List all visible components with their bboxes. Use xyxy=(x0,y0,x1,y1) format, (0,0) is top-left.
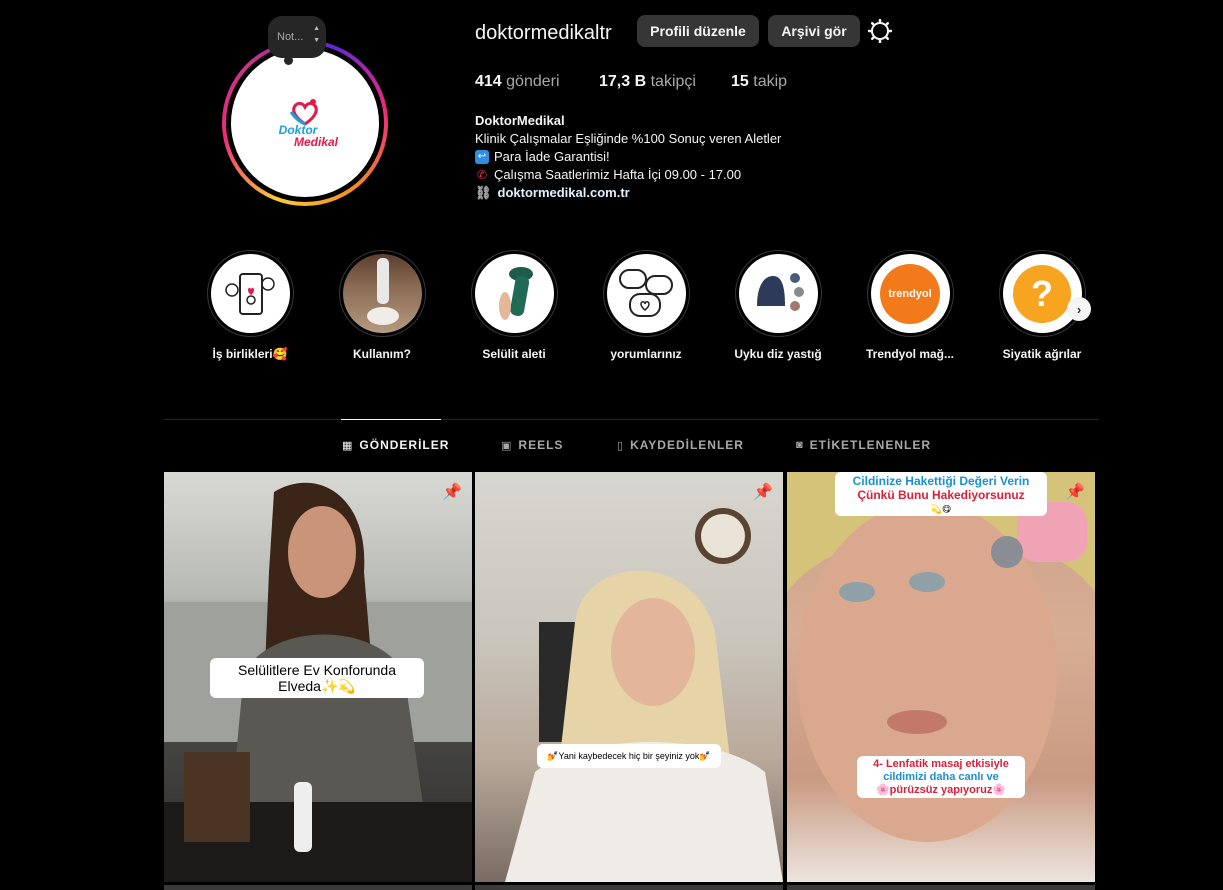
return-arrow-icon: ↩ xyxy=(475,150,489,164)
profile-username: doktormedikaltr xyxy=(475,22,612,44)
followers-link[interactable]: 17,3 B takipçi xyxy=(599,73,731,91)
post-caption-bottom: 4- Lenfatik masaj etkisiyle cildimizi da… xyxy=(857,756,1025,798)
reels-icon: ▣ xyxy=(501,439,513,452)
profile-avatar[interactable]: Doktor Medikal xyxy=(222,40,388,206)
tabs-divider xyxy=(164,419,1099,420)
post-photo-woman-icon xyxy=(787,472,1095,842)
note-label: Not... xyxy=(277,31,304,43)
trendyol-logo-icon: trendyol xyxy=(870,254,950,333)
pinned-icon: 📌 xyxy=(442,484,462,501)
post-tile[interactable]: 📌 Selülitlere Ev Konforunda Elveda✨💫 xyxy=(164,472,472,882)
avatar-logo: Doktor Medikal xyxy=(231,49,379,197)
grid-icon: ▦ xyxy=(342,439,354,452)
post-tile[interactable] xyxy=(475,885,783,890)
highlight-label: Selülit aleti xyxy=(482,347,546,361)
profile-bio: DoktorMedikal Klinik Çalışmalar Eşliğind… xyxy=(475,112,781,202)
bio-display-name: DoktorMedikal xyxy=(475,113,565,128)
highlight-kullanim[interactable]: Kullanım? xyxy=(327,250,437,361)
highlight-uyku-diz-yastigi[interactable]: Uyku diz yastığ xyxy=(723,250,833,361)
highlights-next-chevron-icon[interactable]: › xyxy=(1067,297,1091,321)
post-caption-top: Cildinize Hakettiği Değeri Verin Çünkü B… xyxy=(835,472,1047,516)
phone-icon: ✆ xyxy=(476,168,488,182)
post-caption: 💅Yani kaybedecek hiç bir şeyiniz yok💅 xyxy=(537,744,721,768)
chat-bubbles-illustration-icon xyxy=(606,254,686,333)
post-caption: Selülitlere Ev Konforunda Elveda✨💫 xyxy=(210,658,424,698)
posts-count: 414 gönderi xyxy=(475,73,560,90)
post-tile[interactable]: 📌 Cildinize Hakettiği Değeri Verin Çünkü… xyxy=(787,472,1095,882)
link-icon: ⛓ xyxy=(475,185,492,200)
profile-stats: 414 gönderi 17,3 B takipçi 15 takip xyxy=(475,73,787,91)
highlight-selulit-aleti[interactable]: Selülit aleti xyxy=(459,250,569,361)
bookmark-icon: ▯ xyxy=(617,439,625,452)
highlight-trendyol[interactable]: trendyol Trendyol mağ... xyxy=(855,250,965,361)
post-tile[interactable]: 📌 💅Yani kaybedecek hiç bir şeyiniz yok💅 xyxy=(475,472,783,882)
view-archive-button[interactable]: Arşivi gör xyxy=(768,15,860,47)
post-tile[interactable] xyxy=(787,885,1095,890)
bio-line-2: ↩ Para İade Garantisi! xyxy=(475,148,781,166)
highlight-label: yorumlarınız xyxy=(610,347,682,361)
highlight-label: Kullanım? xyxy=(352,347,411,361)
highlight-label: Siyatik ağrılar xyxy=(1002,347,1082,361)
tab-posts[interactable]: ▦ GÖNDERİLER xyxy=(342,438,449,452)
note-dot xyxy=(286,60,290,64)
tag-icon: ◙ xyxy=(796,439,804,451)
pinned-icon: 📌 xyxy=(753,484,773,501)
note-stepper-icon: ▲ ▼ xyxy=(313,25,320,44)
post-photo-woman-icon xyxy=(505,508,783,882)
note-bubble[interactable]: Not... ▲ ▼ xyxy=(268,16,326,65)
tab-saved[interactable]: ▯ KAYDEDİLENLER xyxy=(617,438,744,452)
following-link[interactable]: 15 takip xyxy=(731,73,787,91)
phone-heart-illustration-icon xyxy=(210,254,290,333)
highlight-yorumlariniz[interactable]: yorumlarınız xyxy=(591,250,701,361)
heart-hands-logo-icon xyxy=(285,98,325,128)
active-tab-indicator xyxy=(341,419,441,420)
edit-profile-button[interactable]: Profili düzenle xyxy=(637,15,759,47)
highlight-label: İş birlikleri🥰 xyxy=(212,347,288,361)
post-tile[interactable] xyxy=(164,885,472,890)
device-photo-icon xyxy=(342,254,422,333)
massager-photo-icon xyxy=(474,254,554,333)
highlight-label: Trendyol mağ... xyxy=(865,347,955,361)
tab-tagged[interactable]: ◙ ETİKETLENENLER xyxy=(796,438,931,452)
bio-line-3: ✆ Çalışma Saatlerimiz Hafta İçi 09.00 - … xyxy=(476,167,742,182)
pinned-icon: 📌 xyxy=(1065,484,1085,501)
highlight-is-birlikleri[interactable]: İş birlikleri🥰 xyxy=(195,250,305,361)
question-mark-badge-icon: ? xyxy=(1002,254,1082,333)
settings-gear-icon[interactable] xyxy=(867,18,893,44)
bio-website-link[interactable]: ⛓ doktormedikal.com.tr xyxy=(475,184,781,202)
bio-line-1: Klinik Çalışmalar Eşliğinde %100 Sonuç v… xyxy=(475,131,782,146)
knee-pillow-photo-icon xyxy=(738,254,818,333)
tab-reels[interactable]: ▣ REELS xyxy=(501,438,563,452)
logo-text-medikal: Medikal xyxy=(293,135,338,149)
highlight-label: Uyku diz yastığ xyxy=(734,347,822,361)
